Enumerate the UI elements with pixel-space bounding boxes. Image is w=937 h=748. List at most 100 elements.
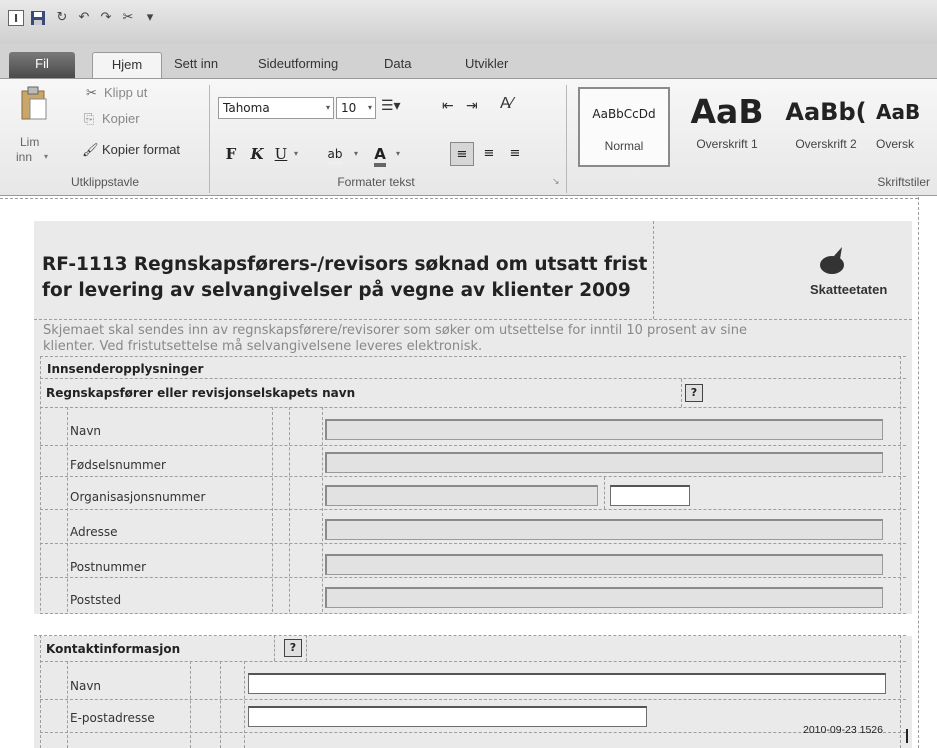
format-painter-icon: 🖌 bbox=[82, 142, 99, 157]
row-divider bbox=[40, 476, 906, 477]
row-divider bbox=[40, 356, 906, 357]
col-divider bbox=[190, 661, 191, 748]
italic-button[interactable]: K bbox=[248, 142, 266, 166]
highlight-color-icon[interactable]: ab bbox=[320, 142, 350, 166]
col-divider bbox=[322, 407, 323, 627]
row-divider bbox=[34, 635, 906, 636]
tab-developer[interactable]: Utvikler bbox=[465, 52, 508, 78]
undo-icon[interactable]: ↶ bbox=[76, 10, 92, 26]
postnummer-input[interactable] bbox=[325, 554, 883, 575]
paste-label-2[interactable]: inn bbox=[16, 150, 32, 164]
tab-file[interactable]: Fil bbox=[9, 52, 75, 78]
decrease-indent-icon[interactable]: ⇤ bbox=[442, 97, 454, 114]
align-center-icon[interactable]: ≡ bbox=[478, 142, 500, 166]
row-divider bbox=[40, 577, 906, 578]
epostadresse-input[interactable] bbox=[248, 706, 647, 727]
align-left-icon[interactable]: ≡ bbox=[450, 142, 474, 166]
form-title-line-1: RF-1113 Regnskapsførers-/revisors søknad… bbox=[42, 254, 648, 275]
font-group-label: Formater tekst bbox=[337, 175, 415, 189]
adresse-input[interactable] bbox=[325, 519, 883, 540]
chevron-down-icon[interactable]: ▾ bbox=[44, 152, 48, 161]
col-divider bbox=[244, 661, 245, 748]
paste-icon[interactable] bbox=[20, 85, 48, 121]
copy-icon: ⎘ bbox=[84, 111, 95, 126]
label-organisasjonsnummer: Organisasjonsnummer bbox=[70, 490, 206, 504]
chevron-down-icon[interactable]: ▾ bbox=[392, 142, 404, 166]
row-divider bbox=[40, 699, 906, 700]
poststed-input[interactable] bbox=[325, 587, 883, 608]
navn-input[interactable] bbox=[325, 419, 883, 440]
form-title-line-2: for levering av selvangivelser på vegne … bbox=[42, 280, 631, 301]
col-divider bbox=[900, 356, 901, 626]
bullet-list-icon[interactable]: ☰▾ bbox=[381, 97, 401, 114]
status-text: 2010-09-23 1526 bbox=[803, 724, 883, 736]
paste-label[interactable]: Lim bbox=[20, 135, 39, 149]
redo-icon[interactable]: ↻ bbox=[54, 10, 70, 26]
row-divider bbox=[40, 407, 906, 408]
intro-line-1: Skjemaet skal sendes inn av regnskapsfør… bbox=[43, 323, 747, 338]
copy-button[interactable]: Kopier bbox=[102, 111, 140, 126]
style-heading-1[interactable]: AaB Overskrift 1 bbox=[680, 87, 774, 167]
style-sample: AaBbCcDd bbox=[592, 107, 656, 121]
row-divider bbox=[40, 732, 906, 733]
col-divider bbox=[306, 635, 307, 661]
style-heading-3[interactable]: AaB Oversk bbox=[876, 87, 937, 167]
tab-data[interactable]: Data bbox=[384, 52, 411, 78]
font-color-icon[interactable]: A bbox=[368, 142, 392, 167]
row-divider bbox=[40, 509, 906, 510]
skatteetaten-logo-icon bbox=[818, 245, 848, 275]
organisasjonsnummer-input[interactable] bbox=[325, 485, 598, 506]
section-title-innsender: Innsenderopplysninger bbox=[47, 362, 204, 376]
tab-home[interactable]: Hjem bbox=[92, 52, 162, 78]
col-divider bbox=[289, 407, 290, 627]
format-painter-icon[interactable]: ✂ bbox=[120, 10, 136, 26]
chevron-down-icon: ▾ bbox=[367, 103, 372, 112]
fodselsnummer-input[interactable] bbox=[325, 452, 883, 473]
save-icon[interactable] bbox=[30, 10, 46, 26]
ribbon-tabs: Fil Hjem Sett inn Sideutforming Data Utv… bbox=[0, 44, 937, 78]
format-painter-button[interactable]: Kopier format bbox=[102, 142, 180, 157]
label-postnummer: Postnummer bbox=[70, 560, 147, 574]
align-right-icon[interactable]: ≡ bbox=[504, 142, 526, 166]
kontakt-navn-input[interactable] bbox=[248, 673, 886, 694]
label-poststed: Poststed bbox=[70, 593, 122, 607]
dialog-launcher-icon[interactable]: ↘ bbox=[552, 176, 560, 187]
section-gap bbox=[34, 614, 912, 636]
font-size-select[interactable]: 10 ▾ bbox=[336, 97, 376, 119]
tab-insert[interactable]: Sett inn bbox=[174, 52, 218, 78]
styles-group-label: Skriftstiler bbox=[877, 175, 930, 189]
chevron-down-icon[interactable]: ▾ bbox=[350, 142, 362, 166]
help-button[interactable]: ? bbox=[685, 384, 703, 402]
customize-icon[interactable]: ▾ bbox=[142, 10, 158, 26]
bold-button[interactable]: F bbox=[222, 142, 240, 166]
group-divider bbox=[566, 85, 567, 193]
style-sample: AaB bbox=[876, 100, 921, 124]
organisasjonsnummer-extra-input[interactable] bbox=[610, 485, 690, 506]
increase-indent-icon[interactable]: ⇥ bbox=[466, 97, 478, 114]
label-epostadresse: E-postadresse bbox=[70, 711, 155, 725]
help-button[interactable]: ? bbox=[284, 639, 302, 657]
page-edge bbox=[918, 197, 919, 748]
style-name: Overskrift 1 bbox=[696, 137, 758, 151]
col-divider bbox=[67, 407, 68, 627]
font-size-value: 10 bbox=[341, 101, 357, 115]
title-bar: I ↻ ↶ ↷ ✂ ▾ bbox=[0, 0, 937, 44]
ribbon: Lim inn ▾ ✂ Klipp ut ⎘ Kopier 🖌 Kopier f… bbox=[0, 78, 937, 196]
style-normal[interactable]: AaBbCcDd Normal bbox=[578, 87, 670, 167]
underline-button[interactable]: U bbox=[272, 142, 290, 166]
row-divider bbox=[40, 543, 906, 544]
form-title: RF-1113 Regnskapsførers-/revisors søknad… bbox=[42, 252, 662, 304]
clear-format-icon[interactable]: A⁄ bbox=[500, 95, 513, 113]
repeat-icon[interactable]: ↷ bbox=[98, 10, 114, 26]
label-navn: Navn bbox=[70, 424, 102, 438]
app-icon[interactable]: I bbox=[8, 10, 24, 26]
row-divider bbox=[40, 445, 906, 446]
tab-layout[interactable]: Sideutforming bbox=[258, 52, 338, 78]
label-adresse: Adresse bbox=[70, 525, 118, 539]
chevron-down-icon[interactable]: ▾ bbox=[290, 142, 302, 166]
section-title-kontakt: Kontaktinformasjon bbox=[46, 642, 181, 656]
style-sample: AaB bbox=[690, 92, 764, 131]
style-heading-2[interactable]: AaBb( Overskrift 2 bbox=[780, 87, 872, 167]
font-family-select[interactable]: Tahoma ▾ bbox=[218, 97, 334, 119]
cut-button[interactable]: Klipp ut bbox=[104, 85, 147, 100]
